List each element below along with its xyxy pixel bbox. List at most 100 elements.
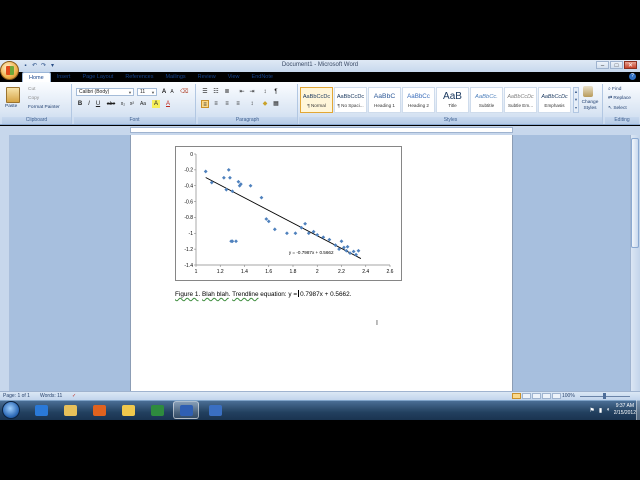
x-tick-label: 1.8 [290,269,297,275]
multilevel-list-icon[interactable]: ≣ [223,88,231,96]
caption-equation-label: equation: y = [258,291,298,298]
full-screen-view-icon[interactable] [522,393,531,399]
taskbar-app-button[interactable] [115,401,141,419]
styles-scroll-icon[interactable]: ▲ ▼ ▾ [573,87,579,113]
increase-indent-icon[interactable]: ⇥ [248,88,256,96]
replace-label: Replace [613,96,631,101]
style-heading-2[interactable]: AaBbCc Heading 2 [402,87,435,113]
find-button[interactable]: ⌕ Find [608,86,621,92]
font-name-value: Calibri (Body) [79,89,110,95]
italic-button[interactable]: I [85,100,93,108]
taskbar-app-button[interactable] [144,401,170,419]
style-subtitle[interactable]: AaBbCc. Subtitle [470,87,503,113]
taskbar-app-button[interactable] [173,401,199,419]
change-styles-button[interactable]: Change Styles [580,100,600,112]
network-icon[interactable]: ▮ [599,407,602,414]
window-controls: – □ ✕ [596,61,637,69]
clear-format-icon[interactable]: ⌫ [180,88,188,96]
flag-icon[interactable]: ⚑ [589,407,594,414]
horizontal-ruler[interactable] [130,127,513,133]
taskbar-app-button[interactable] [57,401,83,419]
underline-button[interactable]: U [94,100,102,108]
style-title[interactable]: AaB Title [436,87,469,113]
volume-icon[interactable]: ◖ [606,407,610,413]
tab-home[interactable]: Home [22,72,51,82]
tab-review[interactable]: Review [192,72,222,82]
align-left-icon[interactable]: ≡ [201,100,209,108]
strikethrough-button[interactable]: abe [105,100,117,108]
help-icon[interactable]: ? [629,73,636,80]
draft-view-icon[interactable] [552,393,561,399]
style-no-spacing[interactable]: AaBbCcDc ¶ No Spaci... [334,87,367,113]
font-name-combo[interactable]: Calibri (Body) ▼ [76,88,134,96]
tab-insert[interactable]: Insert [51,72,77,82]
outline-view-icon[interactable] [542,393,551,399]
x-tick-label: 1.2 [217,269,224,275]
highlight-button[interactable]: A [152,100,160,108]
font-size-combo[interactable]: 11 ▼ [137,88,157,96]
change-case-button[interactable]: Aa [138,100,148,108]
align-right-icon[interactable]: ≡ [223,100,231,108]
tab-view[interactable]: View [222,72,246,82]
tab-references[interactable]: References [119,72,159,82]
style-heading-1[interactable]: AaBbC Heading 1 [368,87,401,113]
find-label: Find [612,87,622,92]
proofing-icon[interactable]: ✓ [72,392,76,400]
subscript-button[interactable]: x₂ [119,100,127,108]
replace-button[interactable]: ⇄ Replace [608,96,631,101]
sort-icon[interactable]: ↕ [261,88,269,96]
shrink-font-icon[interactable]: A [168,88,176,96]
word-count[interactable]: Words: 11 [40,392,62,400]
data-point [226,167,231,172]
copy-button[interactable]: Copy [28,96,39,101]
taskbar-app-button[interactable] [86,401,112,419]
decrease-indent-icon[interactable]: ⇤ [238,88,246,96]
chevron-down-icon: ▼ [128,90,132,95]
justify-icon[interactable]: ≡ [234,100,242,108]
shading-icon[interactable]: ◆ [261,100,269,108]
font-label: Font [74,117,195,124]
chart-area[interactable]: 0 -0.2 -0.4 -0.6 -0.8 -1 -1.2 -1.4 1 1.2 1.4 1.6 1.8… [175,146,402,281]
bullets-icon[interactable]: ☰ [201,88,209,96]
zoom-slider-thumb[interactable] [603,393,606,399]
select-button[interactable]: ↖ Select [608,106,627,111]
change-styles-icon[interactable] [583,86,593,97]
taskbar-app-button[interactable] [28,401,54,419]
print-layout-view-icon[interactable] [512,393,521,399]
font-color-button[interactable]: A [164,100,172,108]
vertical-ruler[interactable] [0,135,10,391]
borders-icon[interactable]: ▦ [272,100,280,108]
format-painter-button[interactable]: Format Painter [28,105,60,110]
paste-button[interactable]: Paste [5,104,17,109]
text-cursor [298,290,300,297]
superscript-button[interactable]: x² [128,100,136,108]
maximize-button[interactable]: □ [610,61,623,69]
show-marks-icon[interactable]: ¶ [272,88,280,96]
tab-mailings[interactable]: Mailings [159,72,191,82]
close-button[interactable]: ✕ [624,61,637,69]
paste-icon[interactable] [6,87,20,103]
page-count[interactable]: Page: 1 of 1 [3,392,30,400]
data-point [259,195,264,200]
style-emphasis[interactable]: AaBbCcDc Emphasis [538,87,571,113]
start-button[interactable] [2,401,20,419]
grow-font-icon[interactable]: A [160,88,168,96]
show-desktop-button[interactable] [636,400,640,420]
style-subtle-emphasis[interactable]: AaBbCcDc Subtle Em... [504,87,537,113]
figure-caption[interactable]: Figure 1. Blah blah. Trendline equation:… [175,290,351,298]
taskbar-app-button[interactable] [202,401,228,419]
align-center-icon[interactable]: ≡ [212,100,220,108]
paragraph-group: ☰ ☷ ≣ ⇤ ⇥ ↕ ¶ ≡ ≡ ≡ ≡ ↕ ◆ ▦ Paragraph [198,84,298,124]
tab-endnote[interactable]: EndNote [246,72,279,82]
tab-page-layout[interactable]: Page Layout [76,72,119,82]
cut-button[interactable]: Cut [28,87,35,92]
web-layout-view-icon[interactable] [532,393,541,399]
style-normal[interactable]: AaBbCcDc ¶ Normal [300,87,333,113]
minimize-button[interactable]: – [596,61,609,69]
numbering-icon[interactable]: ☷ [212,88,220,96]
line-spacing-icon[interactable]: ↕ [248,100,256,108]
clock[interactable]: 9:37 AM 2/15/2012 [614,403,636,417]
zoom-level[interactable]: 100% [562,392,575,400]
bold-button[interactable]: B [76,100,84,108]
scrollbar-thumb[interactable] [631,138,639,248]
